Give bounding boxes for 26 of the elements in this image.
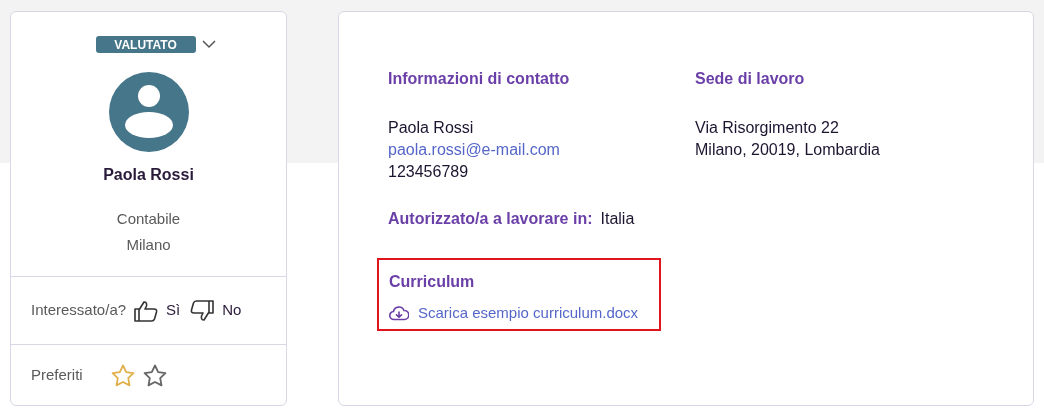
section-heading: Informazioni di contatto [388, 69, 571, 89]
star-icon[interactable] [111, 363, 135, 387]
country-text: Italia [600, 209, 635, 229]
job-title: Contabile [116, 209, 181, 229]
download-link[interactable]: Scarica esempio curriculum.docx [389, 302, 659, 325]
authorized-label: Autorizzato/a a lavorare in: [388, 209, 593, 229]
address-text: Via Risorgimento 22 [695, 118, 840, 138]
status-badge: VALUTATO [95, 36, 196, 53]
favorites-label: Preferiti [31, 364, 84, 385]
avatar-icon [108, 72, 189, 152]
contact-name: Paola Rossi [388, 118, 475, 138]
section-heading: Sede di lavoro [695, 69, 806, 89]
email-link[interactable]: paola.rossi@e-mail.com [388, 139, 695, 161]
thumbs-up-button[interactable]: Sì [134, 299, 181, 322]
thumbs-up-icon [134, 299, 159, 322]
cloud-download-icon [389, 305, 409, 321]
candidate-name: Paola Rossi [103, 165, 194, 185]
thumbs-down-icon [190, 299, 215, 322]
interest-label: Interessato/a? [31, 300, 127, 321]
thumbs-down-button[interactable]: No [190, 299, 242, 322]
city-text: Milano [126, 234, 171, 255]
section-heading: Curriculum [389, 272, 476, 292]
city-text: Milano, 20019, Lombardia [695, 140, 880, 160]
chevron-down-icon[interactable] [201, 40, 216, 49]
star-icon[interactable] [143, 363, 167, 387]
phone-number: 123456789 [388, 162, 470, 182]
